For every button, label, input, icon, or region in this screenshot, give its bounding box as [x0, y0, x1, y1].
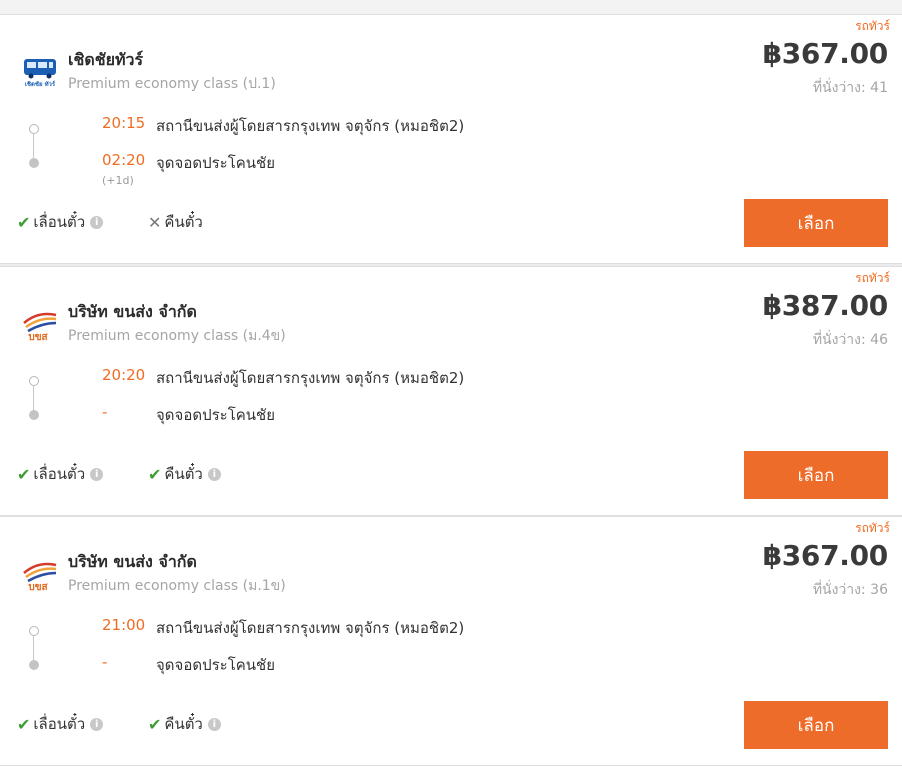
departure-time: 21:00: [102, 616, 146, 634]
policy-label: คืนตั๋ว: [164, 213, 203, 231]
departure-dot: [29, 376, 39, 386]
departure-place: สถานีขนส่งผู้โดยสารกรุงเทพ จตุจักร (หมอช…: [156, 117, 465, 135]
chertchai-logo-text: เชิดชัย ทัวร์: [25, 80, 56, 88]
arrival-place: จุดจอดประโคนชัย: [156, 406, 276, 424]
policy-label: เลื่อนตั๋ว: [33, 213, 86, 231]
policy-refund: ✔ คืนตั๋ว i: [148, 462, 221, 486]
seats-available: ที่นั่งว่าง: 41: [812, 80, 888, 96]
departure-time: 20:20: [102, 366, 146, 384]
top-strip: [0, 0, 902, 15]
policy-reschedule: ✔ เลื่อนตั๋ว i: [17, 712, 104, 736]
check-icon: ✔: [17, 464, 31, 484]
timeline-line: [33, 134, 34, 161]
operator-name: บริษัท ขนส่ง จำกัด: [68, 552, 197, 571]
policy-reschedule: ✔ เลื่อนตั๋ว i: [17, 462, 104, 486]
policy-label: คืนตั๋ว: [164, 465, 203, 483]
bus-class: Premium economy class (ม.4ข): [68, 328, 286, 344]
operator-name: เชิดชัยทัวร์: [68, 50, 144, 69]
policy-label: เลื่อนตั๋ว: [33, 465, 86, 483]
bks-logo-text: บขส: [28, 332, 48, 343]
price: ฿367.00: [762, 37, 889, 70]
bus-type-label: รถทัวร์: [855, 271, 890, 285]
bks-logo: บขส: [20, 557, 60, 593]
arrival-dot: [29, 158, 39, 168]
price: ฿387.00: [762, 289, 889, 322]
bus-class: Premium economy class (ม.1ข): [68, 578, 286, 594]
result-card: รถทัวร์ บขส บริษัท ขนส่ง จำกัด Premium e…: [0, 266, 902, 516]
check-icon: ✔: [148, 464, 162, 484]
arrival-time: -: [102, 403, 108, 421]
arrival-time: 02:20: [102, 151, 146, 169]
seats-available: ที่นั่งว่าง: 36: [812, 582, 888, 598]
policy-reschedule: ✔ เลื่อนตั๋ว i: [17, 210, 104, 234]
arrival-time: -: [102, 653, 108, 671]
select-button[interactable]: เลือก: [744, 451, 888, 499]
timeline-line: [33, 386, 34, 413]
check-icon: ✔: [148, 714, 162, 734]
policy-refund: ✕ คืนตั๋ว: [148, 210, 203, 234]
day-offset: (+1d): [102, 174, 134, 187]
bus-class: Premium economy class (ป.1): [68, 76, 276, 92]
info-icon[interactable]: i: [90, 215, 104, 229]
departure-place: สถานีขนส่งผู้โดยสารกรุงเทพ จตุจักร (หมอช…: [156, 369, 465, 387]
arrival-place: จุดจอดประโคนชัย: [156, 154, 276, 172]
info-icon[interactable]: i: [207, 717, 221, 731]
bus-type-label: รถทัวร์: [855, 521, 890, 535]
check-icon: ✔: [17, 714, 31, 734]
operator-name: บริษัท ขนส่ง จำกัด: [68, 302, 197, 321]
bus-type-label: รถทัวร์: [855, 19, 890, 33]
arrival-dot: [29, 660, 39, 670]
chertchai-tour-logo: เชิดชัย ทัวร์: [20, 55, 60, 91]
departure-place: สถานีขนส่งผู้โดยสารกรุงเทพ จตุจักร (หมอช…: [156, 619, 465, 637]
arrival-dot: [29, 410, 39, 420]
timeline-line: [33, 636, 34, 663]
seats-available: ที่นั่งว่าง: 46: [812, 332, 888, 348]
check-icon: ✔: [17, 212, 31, 232]
cross-icon: ✕: [148, 212, 162, 232]
info-icon[interactable]: i: [207, 467, 221, 481]
info-icon[interactable]: i: [90, 467, 104, 481]
bks-logo: บขส: [20, 307, 60, 343]
policy-label: คืนตั๋ว: [164, 715, 203, 733]
select-button[interactable]: เลือก: [744, 199, 888, 247]
policy-label: เลื่อนตั๋ว: [33, 715, 86, 733]
bks-logo-text: บขส: [28, 582, 48, 593]
price: ฿367.00: [762, 539, 889, 572]
info-icon[interactable]: i: [90, 717, 104, 731]
policy-refund: ✔ คืนตั๋ว i: [148, 712, 221, 736]
result-card: รถทัวร์ บขส บริษัท ขนส่ง จำกัด Premium e…: [0, 516, 902, 766]
arrival-place: จุดจอดประโคนชัย: [156, 656, 276, 674]
select-button[interactable]: เลือก: [744, 701, 888, 749]
departure-dot: [29, 626, 39, 636]
departure-time: 20:15: [102, 114, 146, 132]
departure-dot: [29, 124, 39, 134]
result-card: รถทัวร์ เชิดชัย ทัวร์ เชิดชัยทัวร์ Premi…: [0, 14, 902, 264]
